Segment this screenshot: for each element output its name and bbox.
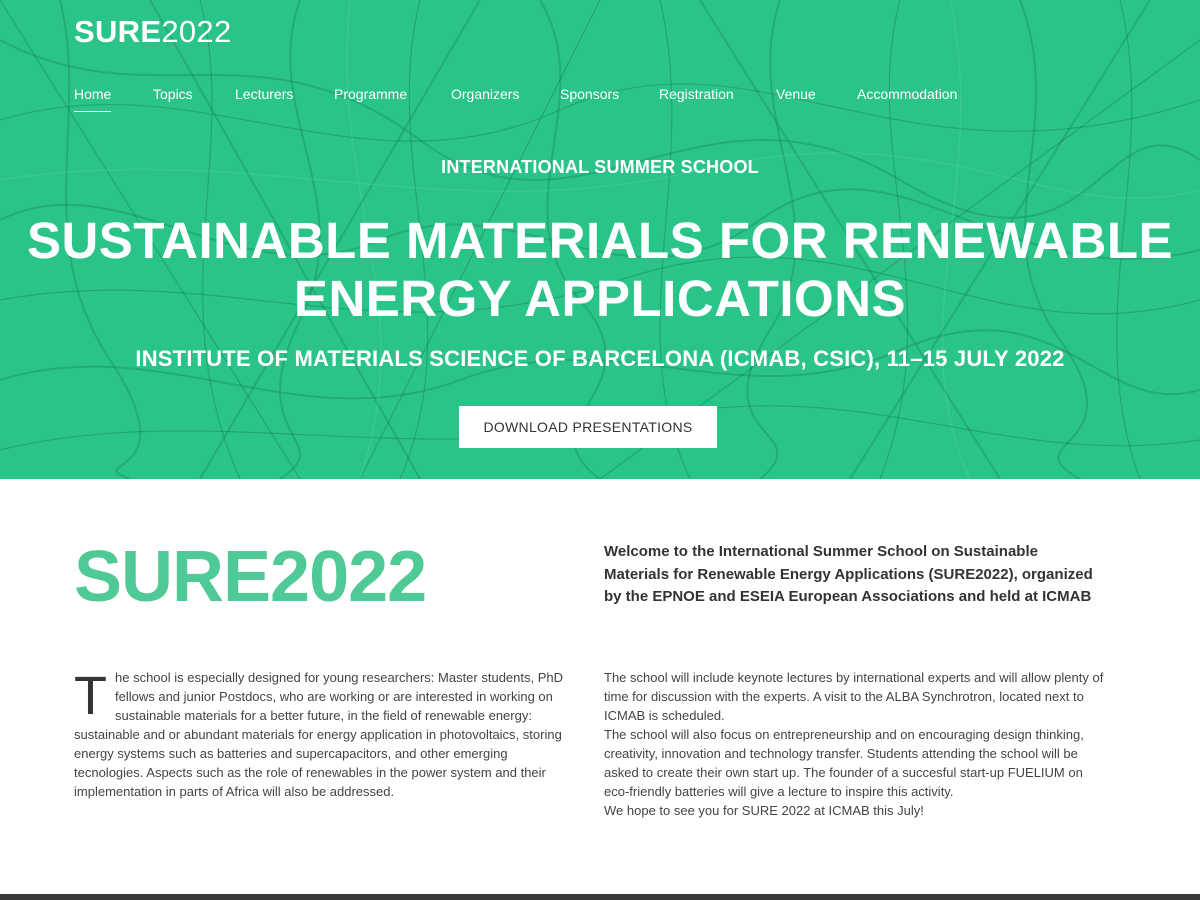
right-paragraph-1: The school will include keynote lectures… xyxy=(604,670,1104,723)
nav-item-accommodation[interactable]: Accommodation xyxy=(857,86,957,111)
intro-big-title: SURE2022 xyxy=(74,537,427,617)
dropcap-letter: T xyxy=(74,666,107,726)
nav-item-venue[interactable]: Venue xyxy=(776,86,816,111)
footer-bar xyxy=(0,894,1200,900)
hero-kicker: INTERNATIONAL SUMMER SCHOOL xyxy=(441,157,759,177)
right-paragraph-3: We hope to see you for SURE 2022 at ICMA… xyxy=(604,803,924,818)
right-column: The school will include keynote lectures… xyxy=(604,668,1104,820)
hero-subline: INSTITUTE OF MATERIALS SCIENCE OF BARCEL… xyxy=(135,346,1065,371)
main-nav: Home Topics Lecturers Programme Organize… xyxy=(0,86,1200,116)
welcome-text: Welcome to the International Summer Scho… xyxy=(604,543,1093,605)
right-paragraph-2: The school will also focus on entreprene… xyxy=(604,727,1084,799)
hero-banner: SURE2022 Home Topics Lecturers Programme… xyxy=(0,0,1200,479)
hero-headline-line1: SUSTAINABLE MATERIALS FOR RENEWABLE xyxy=(26,212,1174,269)
nav-item-topics[interactable]: Topics xyxy=(153,86,193,111)
hero-headline-line2: ENERGY APPLICATIONS xyxy=(293,270,907,327)
site-logo[interactable]: SURE2022 xyxy=(74,14,232,50)
nav-item-programme[interactable]: Programme xyxy=(334,86,407,111)
hero-headline: SUSTAINABLE MATERIALS FOR RENEWABLE ENER… xyxy=(0,212,1200,328)
nav-item-lecturers[interactable]: Lecturers xyxy=(235,86,293,111)
left-paragraph-text: he school is especially designed for you… xyxy=(74,670,564,799)
logo-bold-text: SURE xyxy=(74,14,162,49)
left-paragraph: The school is especially designed for yo… xyxy=(74,668,574,801)
nav-item-registration[interactable]: Registration xyxy=(659,86,734,111)
nav-item-home[interactable]: Home xyxy=(74,86,112,112)
nav-item-sponsors[interactable]: Sponsors xyxy=(560,86,619,111)
logo-light-text: 2022 xyxy=(161,14,232,49)
download-presentations-button[interactable]: DOWNLOAD PRESENTATIONS xyxy=(459,406,717,448)
nav-item-organizers[interactable]: Organizers xyxy=(451,86,519,111)
